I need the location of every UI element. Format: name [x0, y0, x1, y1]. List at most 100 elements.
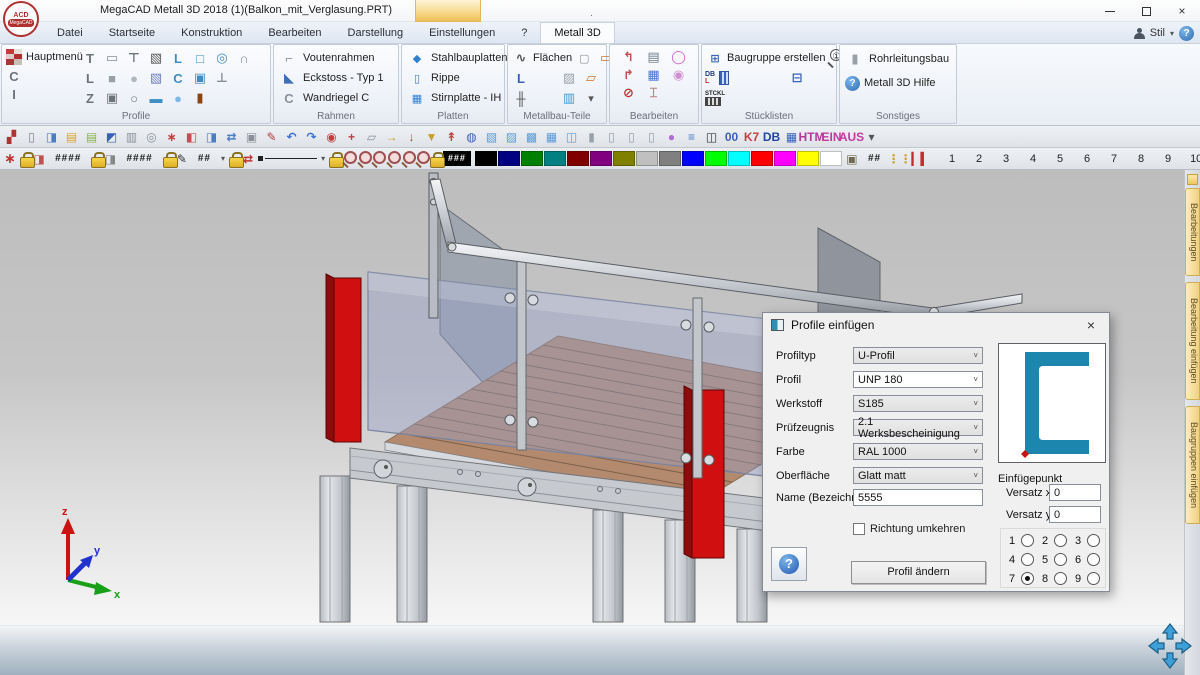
round-solid-icon[interactable]: ● — [124, 69, 144, 87]
user-icon[interactable] — [1134, 28, 1145, 39]
zoom-minus-icon[interactable] — [401, 151, 412, 167]
group-lock-icon[interactable] — [91, 152, 100, 166]
minimize-button[interactable] — [1092, 0, 1128, 22]
zoom-window-icon[interactable] — [357, 151, 368, 167]
tab-startseite[interactable]: Startseite — [96, 22, 168, 43]
flat-profile-icon[interactable]: ▭ — [102, 49, 122, 67]
plot-stamp-icon[interactable]: ∗ — [163, 128, 180, 145]
new-file-icon[interactable]: ▯ — [23, 128, 40, 145]
view-number[interactable]: 7 — [1109, 153, 1119, 165]
swap-icon[interactable]: ⇄ — [223, 128, 240, 145]
square-tube-blue-icon[interactable]: □ — [190, 49, 210, 67]
zarge-orange-icon[interactable]: ▱ — [581, 69, 601, 87]
hollow-square-icon[interactable]: ▣ — [102, 89, 122, 107]
sphere-icon[interactable]: ● — [663, 128, 680, 145]
tab-konstruktion[interactable]: Konstruktion — [168, 22, 255, 43]
zoom-pan-icon[interactable] — [371, 151, 382, 167]
color-swatch[interactable] — [659, 151, 681, 166]
color-swatch[interactable] — [613, 151, 635, 166]
import-folder-icon[interactable]: ▤ — [83, 128, 100, 145]
versatz-y-input[interactable]: 0 — [1049, 506, 1101, 523]
ausrichten-icon[interactable]: ↱ — [616, 66, 641, 84]
platte-blau-icon[interactable]: ▦ — [641, 66, 666, 84]
profil-select[interactable]: UNP 180˅ — [853, 371, 983, 388]
group-value[interactable]: #### — [120, 153, 158, 164]
red-unp-profile-left[interactable] — [326, 274, 361, 442]
timber-profile-icon[interactable]: ▮ — [190, 89, 210, 107]
color-swatch[interactable] — [820, 151, 842, 166]
pen-lock-icon[interactable] — [163, 152, 172, 166]
color-swatch[interactable] — [567, 151, 589, 166]
richtung-umkehren-checkbox[interactable] — [853, 523, 865, 535]
restore-button[interactable] — [1128, 0, 1164, 22]
axis-icon[interactable]: ↓ — [403, 128, 420, 145]
flat-view-icon[interactable]: ▱ — [363, 128, 380, 145]
schnitt-icon[interactable]: ⊘ — [616, 84, 641, 102]
rail-profile-icon[interactable]: ⊥ — [212, 69, 232, 87]
erase-icon[interactable]: ✎ — [263, 128, 280, 145]
insertion-radio-2[interactable] — [1054, 534, 1067, 547]
ring-blue-icon[interactable]: ◎ — [212, 49, 232, 67]
oberflaeche-select[interactable]: Glatt matt˅ — [853, 467, 983, 484]
insertion-radio-4[interactable] — [1021, 553, 1034, 566]
metall-3d-hilfe-button[interactable]: ? Metall 3D Hilfe — [843, 73, 951, 93]
side-tab-bearbeitung-einfuegen[interactable]: Bearbeitung einfügen — [1185, 282, 1200, 400]
plot-icon[interactable]: ◉ — [323, 128, 340, 145]
ellipse-blue-icon[interactable]: ● — [168, 89, 188, 107]
import-part-icon[interactable]: ▼ — [423, 128, 440, 145]
wandriegel-button[interactable]: C Wandriegel C — [277, 88, 386, 108]
panel-icon[interactable]: ◫ — [703, 128, 720, 145]
rohrleitungsbau-button[interactable]: ▮ Rohrleitungsbau — [843, 49, 951, 69]
l-cold-profile-icon[interactable]: L — [168, 49, 188, 67]
close-button[interactable]: × — [1164, 0, 1200, 22]
gitterrost-icon[interactable]: ▥ — [559, 89, 579, 107]
werkstoff-select[interactable]: S185˅ — [853, 395, 983, 412]
person-icon[interactable]: ↟ — [443, 128, 460, 145]
save-icon[interactable]: ◩ — [103, 128, 120, 145]
db-liste-icon[interactable]: DBL — [705, 71, 715, 85]
color-swatch[interactable] — [636, 151, 658, 166]
traeger-icon[interactable]: ⌶ — [641, 84, 666, 102]
flaechen-icon[interactable]: ∿ — [511, 49, 531, 67]
color-swatch[interactable] — [590, 151, 612, 166]
color-swatch[interactable] — [498, 151, 520, 166]
move-icon[interactable]: → — [383, 128, 400, 145]
print-icon[interactable]: ▥ — [123, 128, 140, 145]
cylinder3-icon[interactable]: ▯ — [623, 128, 640, 145]
dialog-title-bar[interactable]: Profile einfügen — [763, 313, 1109, 337]
dialog-close-button[interactable]: × — [1083, 317, 1099, 333]
color-lock-icon[interactable] — [329, 152, 338, 166]
profil-aendern-button[interactable]: Profil ändern — [851, 561, 986, 584]
layer-value[interactable]: #### — [49, 153, 87, 164]
t-profile-icon[interactable]: T — [80, 49, 100, 67]
insert-file-icon[interactable]: ◨ — [43, 128, 60, 145]
stahlbauplatten-button[interactable]: ◆ Stahlbauplatten — [405, 48, 509, 68]
strip-pin-icon[interactable] — [1187, 174, 1198, 185]
more-caret-icon[interactable]: ▾ — [863, 128, 880, 145]
color-swatch[interactable] — [797, 151, 819, 166]
zoom-in-icon[interactable] — [386, 151, 397, 167]
tab-metall-3d[interactable]: Metall 3D — [540, 22, 614, 43]
undo-icon[interactable]: ↶ — [283, 128, 300, 145]
liste-drucken-icon[interactable]: ⊟ — [787, 69, 807, 87]
c-profile-icon[interactable]: C — [4, 67, 24, 85]
color-swatch[interactable] — [682, 151, 704, 166]
doc-import-icon[interactable]: ◨ — [203, 128, 220, 145]
view-number[interactable]: 10 — [1190, 153, 1200, 165]
linetype-preview[interactable] — [258, 156, 317, 161]
zoom-previous-icon[interactable] — [415, 151, 426, 167]
insertion-radio-7-selected[interactable] — [1021, 572, 1034, 585]
eckstoss-button[interactable]: ◣ Eckstoss - Typ 1 — [277, 68, 386, 88]
verschieben-icon[interactable]: ↰ — [616, 48, 641, 66]
view-number[interactable]: 6 — [1082, 153, 1092, 165]
redo-icon[interactable]: ↷ — [303, 128, 320, 145]
rippe-button[interactable]: ▯ Rippe — [405, 68, 509, 88]
leiter-icon[interactable]: ╫ — [511, 89, 531, 107]
color-swatch[interactable] — [544, 151, 566, 166]
aus-icon[interactable]: AUS — [843, 128, 860, 145]
side-tab-bearbeitungen[interactable]: Bearbeitungen — [1185, 188, 1200, 276]
globe-icon[interactable]: ◍ — [463, 128, 480, 145]
block-3d-blue-icon[interactable]: ▧ — [146, 69, 166, 87]
screen-icon[interactable]: ▣ — [243, 128, 260, 145]
insertion-radio-5[interactable] — [1054, 553, 1067, 566]
